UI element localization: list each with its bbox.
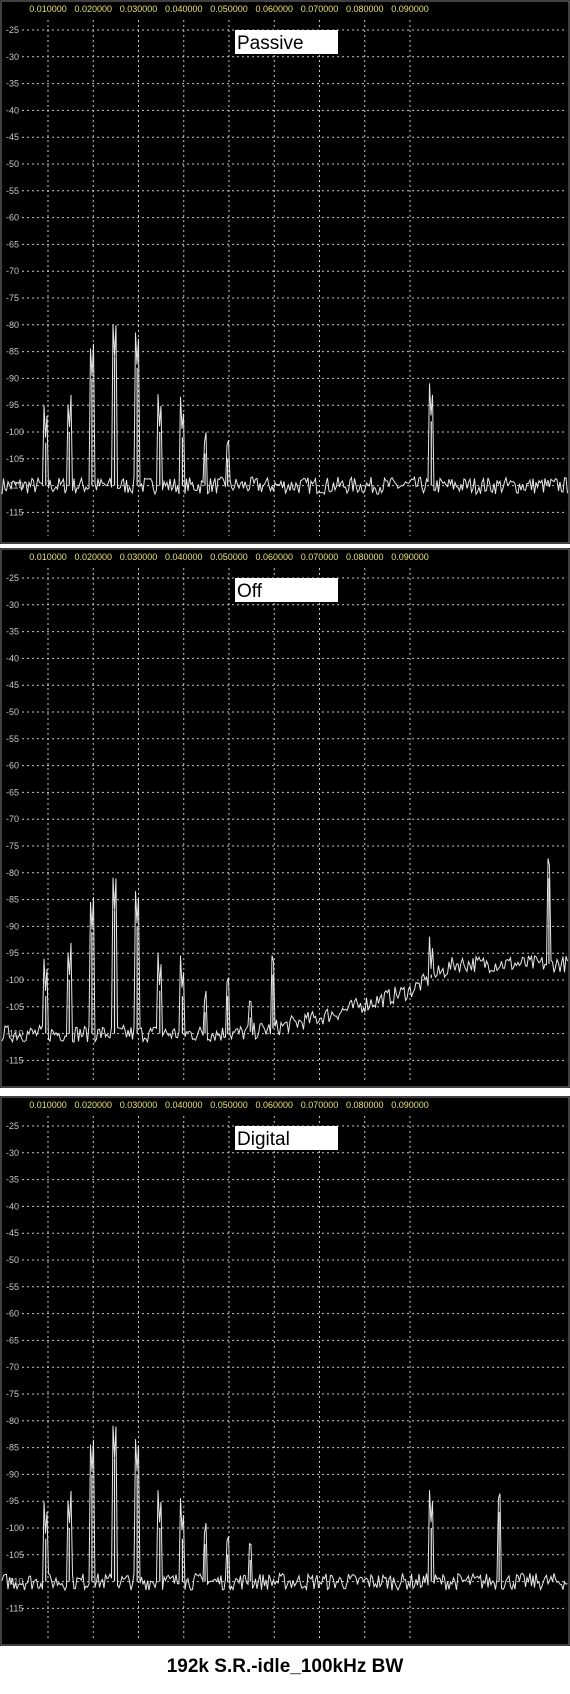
spectrum-figure: 0.010000 0.020000 0.030000 0.040000 0.050000…: [0, 0, 570, 1646]
y-tick-label: -55: [6, 734, 19, 744]
plot-background: [0, 1096, 570, 1646]
y-tick-label: -50: [6, 1255, 19, 1265]
y-tick-label: -40: [6, 653, 19, 663]
y-tick-label: -90: [6, 1469, 19, 1479]
y-tick-label: -70: [6, 1362, 19, 1372]
y-tick-label: -85: [6, 1443, 19, 1453]
y-tick-label: -45: [6, 680, 19, 690]
x-tick-label: 0.080000: [346, 4, 384, 14]
y-tick-label: -60: [6, 213, 19, 223]
y-tick-label: -25: [6, 1121, 19, 1131]
x-tick-label: 0.050000: [210, 4, 248, 14]
x-tick-label: 0.030000: [120, 4, 158, 14]
y-tick-label: -70: [6, 814, 19, 824]
y-tick-label: -75: [6, 293, 19, 303]
y-tick-label: -50: [6, 707, 19, 717]
y-tick-label: -25: [6, 25, 19, 35]
x-tick-label: 0.060000: [255, 4, 293, 14]
x-tick-label: 0.050000: [210, 1100, 248, 1110]
x-tick-label: 0.020000: [74, 552, 112, 562]
x-tick-label: 0.070000: [301, 1100, 339, 1110]
y-tick-label: -25: [6, 573, 19, 583]
y-tick-label: -45: [6, 1228, 19, 1238]
y-tick-label: -60: [6, 761, 19, 771]
y-tick-label: -115: [6, 1055, 23, 1065]
y-tick-label: -75: [6, 841, 19, 851]
x-tick-label: 0.090000: [391, 552, 429, 562]
y-tick-label: -75: [6, 1389, 19, 1399]
y-tick-label: -95: [6, 1496, 19, 1506]
x-tick-label: 0.060000: [255, 552, 293, 562]
y-tick-label: -115: [6, 1603, 23, 1613]
x-tick-label: 0.020000: [74, 1100, 112, 1110]
y-tick-label: -80: [6, 868, 19, 878]
x-tick-label: 0.030000: [120, 552, 158, 562]
y-tick-label: -50: [6, 159, 19, 169]
y-tick-label: -65: [6, 1335, 19, 1345]
y-tick-label: -90: [6, 373, 19, 383]
x-tick-label: 0.050000: [210, 552, 248, 562]
spectrum-panel-2: 0.010000 0.020000 0.030000 0.040000 0.050000…: [0, 548, 570, 1088]
y-tick-label: -35: [6, 627, 19, 637]
x-tick-label: 0.090000: [391, 1100, 429, 1110]
spectrum-panel-1: 0.010000 0.020000 0.030000 0.040000 0.050000…: [0, 0, 570, 544]
y-tick-label: -30: [6, 1148, 19, 1158]
y-tick-label: -85: [6, 895, 19, 905]
y-tick-label: -85: [6, 347, 19, 357]
y-tick-label: -100: [6, 975, 24, 985]
x-tick-label: 0.090000: [391, 4, 429, 14]
y-tick-label: -90: [6, 921, 19, 931]
x-tick-label: 0.040000: [165, 1100, 203, 1110]
y-tick-label: -105: [6, 1550, 24, 1560]
y-tick-label: -55: [6, 1282, 19, 1292]
y-tick-label: -55: [6, 186, 19, 196]
x-tick-label: 0.080000: [346, 552, 384, 562]
y-tick-label: -45: [6, 132, 19, 142]
x-tick-label: 0.020000: [74, 4, 112, 14]
y-tick-label: -100: [6, 1523, 24, 1533]
y-tick-label: -105: [6, 1002, 24, 1012]
y-tick-label: -60: [6, 1309, 19, 1319]
x-tick-label: 0.060000: [255, 1100, 293, 1110]
y-tick-label: -105: [6, 454, 24, 464]
y-tick-label: -100: [6, 427, 24, 437]
y-tick-label: -40: [6, 105, 19, 115]
y-tick-label: -35: [6, 79, 19, 89]
y-tick-label: -70: [6, 266, 19, 276]
panel-title: Passive: [237, 33, 304, 54]
plot-background: [0, 548, 570, 1088]
figure-caption: 192k S.R.-idle_100kHz BW: [166, 1656, 404, 1677]
x-tick-label: 0.040000: [165, 4, 203, 14]
spectrum-panel-3: 0.010000 0.020000 0.030000 0.040000 0.050000…: [0, 1096, 570, 1646]
x-tick-label: 0.040000: [165, 552, 203, 562]
x-tick-label: 0.070000: [301, 552, 339, 562]
y-tick-label: -65: [6, 787, 19, 797]
y-tick-label: -80: [6, 320, 19, 330]
x-tick-label: 0.030000: [120, 1100, 158, 1110]
y-tick-label: -95: [6, 948, 19, 958]
panel-title: Digital: [237, 1129, 290, 1150]
y-tick-label: -30: [6, 600, 19, 610]
x-tick-label: 0.070000: [301, 4, 339, 14]
x-tick-label: 0.010000: [29, 552, 67, 562]
plot-background: [0, 0, 570, 544]
x-tick-label: 0.010000: [29, 1100, 67, 1110]
y-tick-label: -65: [6, 239, 19, 249]
y-tick-label: -80: [6, 1416, 19, 1426]
x-tick-label: 0.080000: [346, 1100, 384, 1110]
y-tick-label: -30: [6, 52, 19, 62]
y-tick-label: -115: [6, 507, 23, 517]
y-tick-label: -35: [6, 1175, 19, 1185]
x-tick-label: 0.010000: [29, 4, 67, 14]
panel-title: Off: [237, 581, 263, 602]
y-tick-label: -40: [6, 1201, 19, 1211]
y-tick-label: -95: [6, 400, 19, 410]
